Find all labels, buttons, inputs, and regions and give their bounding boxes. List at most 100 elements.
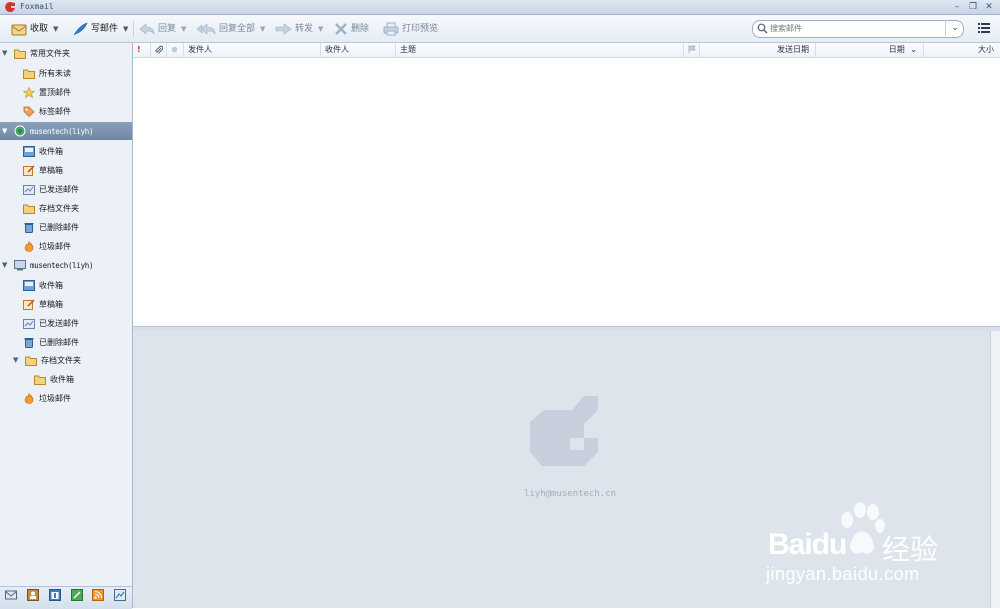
reply-all-button[interactable]: 回复全部 ▼ [196, 20, 265, 38]
reply-all-label: 回复全部 [219, 24, 256, 34]
sidebar-item-label: 已发送邮件 [39, 318, 79, 328]
rss-feed-icon[interactable] [92, 589, 104, 601]
expand-arrow-icon[interactable]: ▼ [13, 356, 21, 364]
envelope-icon [11, 24, 27, 36]
sidebar-item-junk[interactable]: 垃圾邮件 [23, 237, 71, 255]
column-size[interactable]: 大小 [923, 43, 1000, 57]
account-globe-icon [14, 125, 26, 137]
preview-scrollbar[interactable] [990, 331, 1000, 608]
receive-button[interactable]: 收取 ▼ [11, 20, 58, 38]
app-center-icon[interactable] [114, 589, 126, 601]
sidebar-item-all-unread[interactable]: 所有未读 [23, 64, 71, 82]
trash-can-icon [24, 337, 34, 348]
chevron-down-icon[interactable]: ▼ [318, 25, 323, 33]
expand-arrow-icon[interactable]: ▼ [2, 127, 10, 135]
sidebar-item-label: 草稿箱 [39, 299, 63, 309]
search-box[interactable] [752, 20, 964, 38]
inbox-icon [23, 279, 35, 291]
sidebar-item-deleted[interactable]: 已删除邮件 [23, 333, 79, 351]
sent-mail-icon [23, 184, 35, 195]
folder-icon [23, 69, 35, 79]
mail-server-icon [14, 259, 26, 270]
sidebar-item-archive-inbox[interactable]: 收件箱 [34, 370, 74, 388]
mail-view-icon[interactable] [5, 589, 17, 601]
reply-button[interactable]: 回复 ▼ [139, 20, 186, 38]
sidebar-item-label: 标签邮件 [39, 106, 71, 116]
chevron-down-icon[interactable]: ▼ [53, 25, 58, 33]
compose-button[interactable]: 写邮件 ▼ [72, 20, 128, 38]
delete-button[interactable]: 删除 [334, 20, 369, 38]
column-sender[interactable]: 发件人 [183, 43, 320, 57]
foxmail-watermark-logo-icon [530, 396, 598, 466]
folder-icon [23, 204, 35, 214]
search-icon [757, 23, 768, 34]
sidebar-item-drafts[interactable]: 草稿箱 [23, 161, 63, 179]
column-read-status[interactable] [166, 43, 183, 57]
sidebar-item-archive[interactable]: 存档文件夹 [23, 199, 79, 217]
forward-button[interactable]: 转发 ▼ [275, 20, 323, 38]
flame-icon [24, 392, 34, 404]
column-priority[interactable]: ! [133, 43, 150, 57]
sidebar-item-inbox[interactable]: 收件箱 [23, 276, 63, 294]
main-menu-icon[interactable] [975, 20, 993, 36]
flag-icon [688, 45, 696, 54]
column-sent-date[interactable]: 发送日期 [699, 43, 815, 57]
sidebar-group-common[interactable]: ▼ 常用文件夹 [2, 44, 130, 62]
sidebar-account-1[interactable]: ▼ musentech(liyh) [0, 122, 132, 140]
watermark-url: jingyan.baidu.com [766, 564, 920, 584]
title-bar [0, 0, 1000, 15]
account-label: musentech(liyh) [30, 126, 94, 136]
restore-button[interactable]: ❐ [966, 1, 980, 13]
sidebar-item-sent[interactable]: 已发送邮件 [23, 180, 79, 198]
sidebar-item-archive[interactable]: ▼ 存档文件夹 [13, 351, 81, 369]
window-title: Foxmail [20, 2, 54, 11]
inbox-icon [23, 145, 35, 157]
chevron-down-icon[interactable]: ▼ [123, 25, 128, 33]
contacts-icon[interactable] [27, 589, 39, 601]
search-options-chevron-icon[interactable]: ⌄ [945, 20, 964, 36]
column-flag[interactable] [683, 43, 699, 57]
column-subject[interactable]: 主题 [395, 43, 683, 57]
sidebar-item-junk[interactable]: 垃圾邮件 [23, 389, 71, 407]
sidebar-account-2[interactable]: ▼ musentech(liyh) [2, 256, 94, 274]
sidebar-item-sent[interactable]: 已发送邮件 [23, 314, 79, 332]
sort-chevron-down-icon: ⌄ [910, 45, 917, 54]
close-button[interactable]: ✕ [982, 1, 996, 13]
expand-arrow-icon[interactable]: ▼ [2, 261, 10, 269]
sidebar-item-label: 草稿箱 [39, 165, 63, 175]
sidebar-item-tagged[interactable]: 标签邮件 [23, 102, 71, 120]
sidebar-item-pinned[interactable]: 置顶邮件 [23, 83, 71, 101]
sidebar-item-label: 置顶邮件 [39, 87, 71, 97]
toolbar-divider [133, 21, 134, 37]
compose-label: 写邮件 [91, 24, 119, 34]
flame-icon [24, 240, 34, 252]
sidebar-item-label: 所有未读 [39, 68, 71, 78]
message-list[interactable] [133, 43, 1000, 327]
calendar-icon[interactable] [49, 589, 61, 601]
column-date[interactable]: 日期 ⌄ [815, 43, 923, 57]
sidebar-item-deleted[interactable]: 已删除邮件 [23, 218, 79, 236]
folder-sidebar: ▼ 常用文件夹 所有未读 置顶邮件 标签邮件 ▼ musentech(liyh) [0, 43, 133, 608]
reply-arrow-icon [139, 23, 155, 35]
chevron-down-icon[interactable]: ▼ [260, 25, 265, 33]
sidebar-item-drafts[interactable]: 草稿箱 [23, 295, 63, 313]
expand-arrow-icon[interactable]: ▼ [2, 49, 10, 57]
delete-label: 删除 [351, 24, 370, 34]
star-icon [23, 86, 35, 98]
column-attachment[interactable] [150, 43, 166, 57]
watermark-brand: Baidu [768, 528, 847, 561]
search-input[interactable] [770, 22, 940, 35]
minimize-button[interactable]: – [950, 1, 964, 13]
chevron-down-icon[interactable]: ▼ [181, 25, 186, 33]
sidebar-item-label: 收件箱 [50, 374, 74, 384]
sidebar-item-inbox[interactable]: 收件箱 [23, 142, 63, 160]
forward-arrow-icon [275, 23, 292, 35]
notes-icon[interactable] [71, 589, 83, 601]
print-preview-label: 打印预览 [402, 24, 439, 34]
print-preview-button[interactable]: 打印预览 [383, 20, 438, 38]
column-recipient[interactable]: 收件人 [320, 43, 395, 57]
folder-icon [14, 49, 26, 59]
sidebar-item-label: 已删除邮件 [39, 222, 79, 232]
sidebar-item-label: 已删除邮件 [39, 337, 79, 347]
reply-all-arrow-icon [196, 23, 216, 35]
